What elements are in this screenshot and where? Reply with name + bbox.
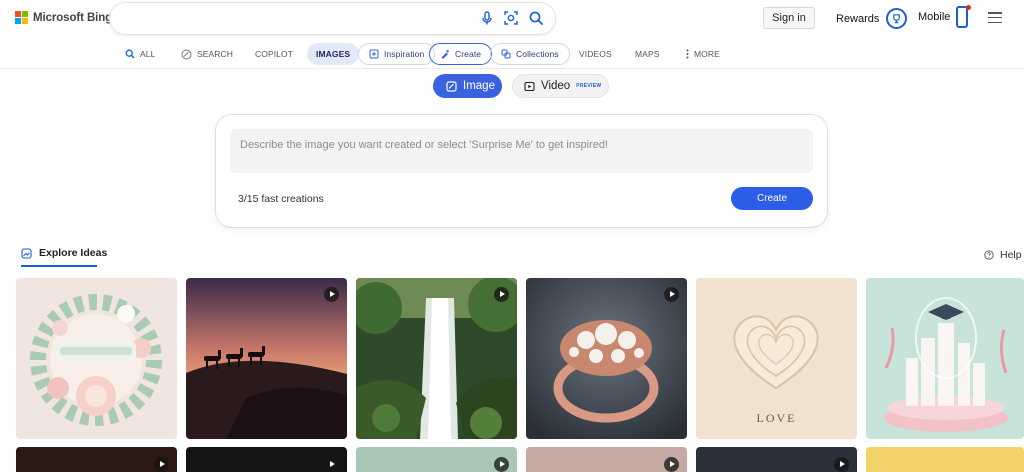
tab-explore-ideas[interactable]: Explore Ideas [21, 247, 107, 259]
summer-wreath-image [16, 278, 177, 439]
mobile-button[interactable]: Mobile [918, 5, 972, 28]
nav-label: IMAGES [316, 49, 351, 59]
nav-label: Create [455, 49, 482, 59]
search-box[interactable] [110, 3, 555, 34]
video-create-icon [524, 81, 535, 91]
rewards-trophy-icon [886, 8, 908, 29]
search-input[interactable] [126, 9, 466, 28]
create-panel: 3/15 fast creations Create [216, 115, 827, 227]
nav-label: MAPS [635, 49, 660, 59]
explore-label: Explore Ideas [39, 247, 108, 259]
search-icon [125, 49, 135, 59]
nav-label: VIDEOS [579, 49, 612, 59]
idea-tile-row2-3[interactable] [356, 447, 517, 472]
nav-label: Inspiration [384, 49, 425, 59]
create-icon [441, 50, 449, 59]
nav-item-create[interactable]: Create [429, 43, 493, 65]
idea-tile-pastel-city[interactable] [866, 278, 1024, 439]
idea-tile-row2-1[interactable] [16, 447, 177, 472]
image-mode-button[interactable]: Image [433, 74, 502, 98]
idea-tile-row2-4[interactable] [526, 447, 687, 472]
nav-item-collections[interactable]: Collections [490, 43, 570, 65]
video-play-icon [834, 457, 849, 472]
video-play-icon [664, 457, 679, 472]
copilot-search-icon [181, 49, 192, 59]
more-icon [686, 49, 689, 59]
create-button[interactable]: Create [731, 187, 813, 210]
help-button[interactable]: Help [984, 249, 1022, 261]
notification-dot [966, 5, 972, 10]
idea-tile-row2-2[interactable] [186, 447, 347, 472]
rewards-button[interactable]: Rewards [836, 8, 908, 29]
mobile-label: Mobile [918, 11, 951, 23]
video-play-icon [494, 457, 509, 472]
nav-item-videos[interactable]: VIDEOS [579, 43, 612, 65]
image-mode-label: Image [463, 80, 495, 92]
idea-tile-desert-camels[interactable] [186, 278, 347, 439]
image-create-icon [446, 80, 457, 92]
phone-icon [956, 5, 972, 28]
video-play-icon [324, 287, 339, 302]
help-icon [984, 250, 994, 260]
nav-label: ALL [140, 49, 156, 59]
idea-tile-paper-heart[interactable]: LOVE [696, 278, 857, 439]
search-icon[interactable] [528, 10, 544, 26]
nav-item-inspiration[interactable]: Inspiration [358, 43, 436, 65]
video-play-icon [324, 457, 339, 472]
nav-item-copilot[interactable]: COPILOT [255, 43, 293, 65]
bing-logo[interactable]: Microsoft Bing [15, 11, 112, 24]
nav-item-all[interactable]: ALL [125, 43, 155, 65]
help-label: Help [1000, 249, 1022, 261]
prompt-input[interactable] [230, 129, 813, 173]
collections-icon [501, 49, 511, 59]
preview-badge: PREVIEW [576, 83, 602, 89]
fast-creations-counter: 3/15 fast creations [238, 193, 324, 205]
rewards-label: Rewards [836, 12, 880, 25]
mic-icon[interactable] [479, 10, 495, 26]
nav-item-images[interactable]: IMAGES [307, 43, 360, 65]
waterfall-image [356, 278, 517, 439]
idea-tile-row2-6[interactable] [866, 447, 1024, 472]
nav-label: MORE [694, 49, 720, 59]
pearl-ring-image [526, 278, 687, 439]
sign-in-button[interactable]: Sign in [763, 7, 815, 29]
nav-item-more[interactable]: MORE [686, 43, 720, 65]
nav-item-maps[interactable]: MAPS [635, 43, 660, 65]
microsoft-logo-icon [15, 11, 28, 24]
menu-icon[interactable] [988, 12, 1002, 23]
video-play-icon [494, 287, 509, 302]
logo-text: Microsoft Bing [33, 11, 113, 24]
idea-tile-waterfall[interactable] [356, 278, 517, 439]
video-play-icon [664, 287, 679, 302]
nav-label: COPILOT [255, 49, 294, 59]
explore-icon [21, 247, 32, 259]
idea-tile-summer-wreath[interactable] [16, 278, 177, 439]
scope-nav: ALL SEARCH COPILOT IMAGES Inspiration Cr… [0, 41, 1024, 69]
tab-underline [21, 265, 97, 267]
desert-camels-image [186, 278, 347, 439]
nav-label: SEARCH [197, 49, 234, 59]
nav-item-search[interactable]: SEARCH [181, 43, 233, 65]
inspiration-icon [369, 49, 379, 59]
idea-tile-row2-5[interactable] [696, 447, 857, 472]
video-mode-label: Video [541, 80, 571, 92]
video-play-icon [154, 457, 169, 472]
pastel-city-image [866, 278, 1024, 439]
idea-tile-pearl-ring[interactable] [526, 278, 687, 439]
nav-label: Collections [516, 49, 559, 59]
visual-search-icon[interactable] [503, 10, 519, 26]
video-mode-button[interactable]: Video PREVIEW [512, 74, 609, 98]
top-header: Microsoft Bing Sign in Rewards Mobile [0, 0, 1024, 40]
tile-caption: LOVE [756, 411, 797, 425]
